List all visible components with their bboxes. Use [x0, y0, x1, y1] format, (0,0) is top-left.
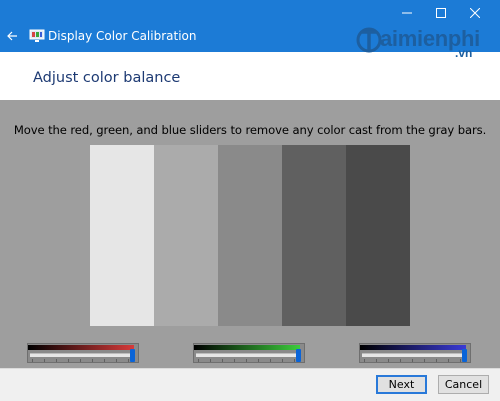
watermark-logo: aimienphi .vn	[356, 24, 486, 64]
slider-groove	[196, 353, 300, 357]
slider-groove	[30, 353, 134, 357]
slider-thumb[interactable]	[130, 349, 135, 362]
gray-bar	[154, 145, 218, 326]
slider-ticks	[198, 359, 298, 362]
slider-groove	[362, 353, 466, 357]
close-button[interactable]	[452, 0, 498, 26]
gray-bar	[282, 145, 346, 326]
gray-bars	[90, 145, 410, 326]
window-title: Display Color Calibration	[48, 29, 197, 43]
slider-gradient	[28, 345, 134, 350]
instructions-text: Move the red, green, and blue sliders to…	[13, 123, 487, 137]
slider-thumb[interactable]	[296, 349, 301, 362]
gray-bar	[218, 145, 282, 326]
cancel-button[interactable]: Cancel	[438, 375, 489, 394]
next-button[interactable]: Next	[376, 375, 427, 394]
calibration-panel: Move the red, green, and blue sliders to…	[0, 100, 500, 368]
gray-bar	[346, 145, 410, 326]
close-icon	[470, 8, 480, 18]
display-app-icon	[29, 29, 45, 42]
slider-ticks	[364, 359, 464, 362]
green-slider[interactable]	[193, 343, 305, 363]
back-arrow-icon	[7, 31, 17, 41]
watermark-suffix: .vn	[455, 46, 473, 60]
watermark-t-icon	[356, 27, 382, 53]
back-button[interactable]	[4, 27, 20, 45]
slider-ticks	[32, 359, 132, 362]
button-bar: Next Cancel	[0, 368, 500, 401]
slider-gradient	[194, 345, 300, 350]
gray-bar	[90, 145, 154, 326]
slider-gradient	[360, 345, 466, 350]
blue-slider[interactable]	[359, 343, 471, 363]
red-slider[interactable]	[27, 343, 139, 363]
page-title: Adjust color balance	[33, 70, 181, 86]
slider-thumb[interactable]	[462, 349, 467, 362]
calibration-window: Display Color Calibration Adjust color b…	[0, 0, 500, 401]
maximize-icon	[436, 8, 446, 18]
minimize-icon	[402, 12, 412, 14]
